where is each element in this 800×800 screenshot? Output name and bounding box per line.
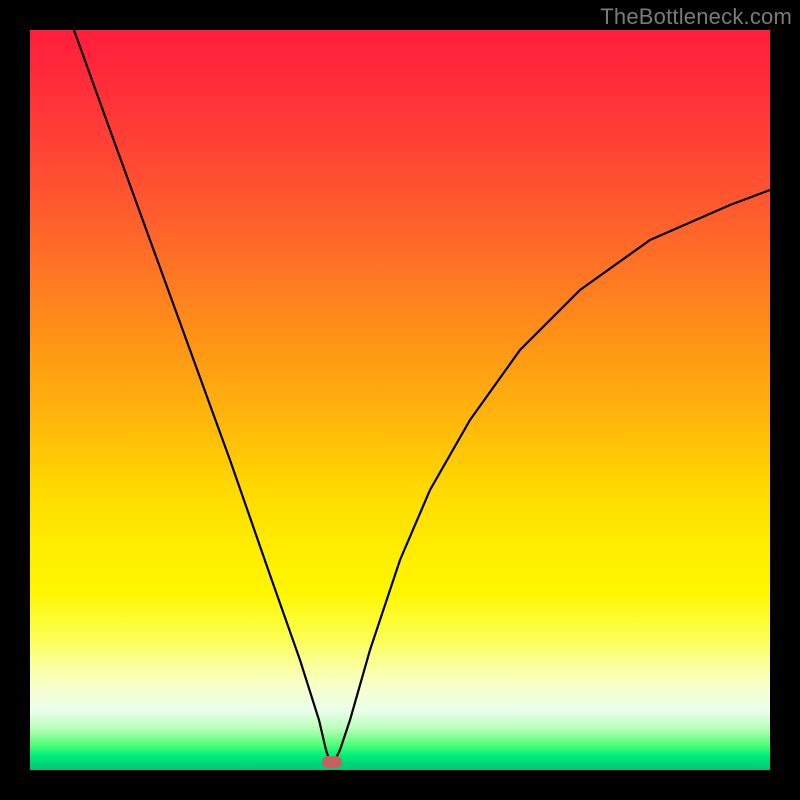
chart-frame: TheBottleneck.com (0, 0, 800, 800)
plot-area (30, 30, 770, 770)
watermark-text: TheBottleneck.com (600, 4, 792, 30)
gradient-background (30, 30, 770, 770)
optimal-point-marker (322, 756, 342, 768)
